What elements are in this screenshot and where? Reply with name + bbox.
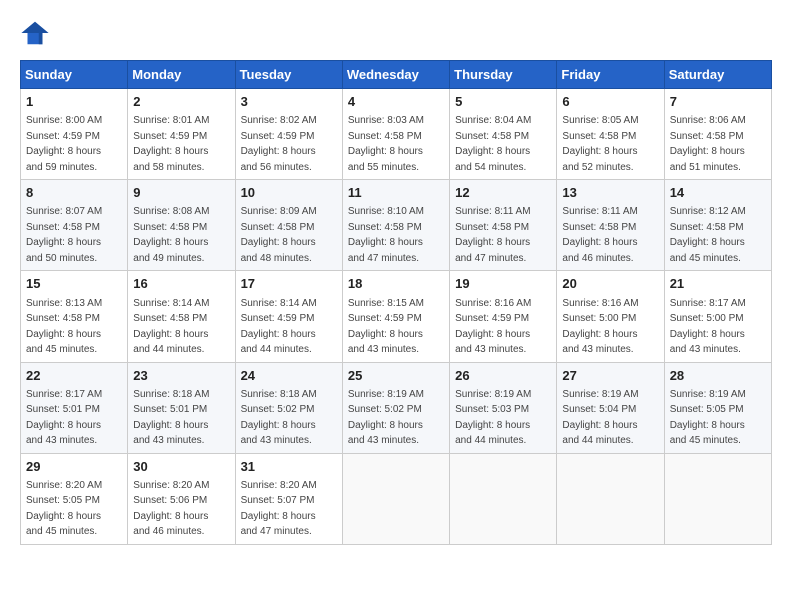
table-row: 24Sunrise: 8:18 AM Sunset: 5:02 PM Dayli…: [235, 362, 342, 453]
table-row: 2Sunrise: 8:01 AM Sunset: 4:59 PM Daylig…: [128, 89, 235, 180]
table-row: 14Sunrise: 8:12 AM Sunset: 4:58 PM Dayli…: [664, 180, 771, 271]
table-row: 31Sunrise: 8:20 AM Sunset: 5:07 PM Dayli…: [235, 453, 342, 544]
table-row: 5Sunrise: 8:04 AM Sunset: 4:58 PM Daylig…: [450, 89, 557, 180]
table-row: 29Sunrise: 8:20 AM Sunset: 5:05 PM Dayli…: [21, 453, 128, 544]
table-row: 25Sunrise: 8:19 AM Sunset: 5:02 PM Dayli…: [342, 362, 449, 453]
table-row: 18Sunrise: 8:15 AM Sunset: 4:59 PM Dayli…: [342, 271, 449, 362]
table-row: 13Sunrise: 8:11 AM Sunset: 4:58 PM Dayli…: [557, 180, 664, 271]
table-row: 10Sunrise: 8:09 AM Sunset: 4:58 PM Dayli…: [235, 180, 342, 271]
table-row: 22Sunrise: 8:17 AM Sunset: 5:01 PM Dayli…: [21, 362, 128, 453]
col-header-thursday: Thursday: [450, 61, 557, 89]
table-row: 30Sunrise: 8:20 AM Sunset: 5:06 PM Dayli…: [128, 453, 235, 544]
table-row: 8Sunrise: 8:07 AM Sunset: 4:58 PM Daylig…: [21, 180, 128, 271]
calendar-table: SundayMondayTuesdayWednesdayThursdayFrid…: [20, 60, 772, 545]
col-header-saturday: Saturday: [664, 61, 771, 89]
col-header-wednesday: Wednesday: [342, 61, 449, 89]
logo-icon: [20, 18, 50, 48]
table-row: 3Sunrise: 8:02 AM Sunset: 4:59 PM Daylig…: [235, 89, 342, 180]
table-row: [664, 453, 771, 544]
col-header-tuesday: Tuesday: [235, 61, 342, 89]
table-row: [342, 453, 449, 544]
header: [20, 18, 772, 48]
table-row: [557, 453, 664, 544]
table-row: 16Sunrise: 8:14 AM Sunset: 4:58 PM Dayli…: [128, 271, 235, 362]
table-row: 27Sunrise: 8:19 AM Sunset: 5:04 PM Dayli…: [557, 362, 664, 453]
table-row: 20Sunrise: 8:16 AM Sunset: 5:00 PM Dayli…: [557, 271, 664, 362]
table-row: 11Sunrise: 8:10 AM Sunset: 4:58 PM Dayli…: [342, 180, 449, 271]
table-row: 26Sunrise: 8:19 AM Sunset: 5:03 PM Dayli…: [450, 362, 557, 453]
col-header-monday: Monday: [128, 61, 235, 89]
table-row: 6Sunrise: 8:05 AM Sunset: 4:58 PM Daylig…: [557, 89, 664, 180]
col-header-friday: Friday: [557, 61, 664, 89]
table-row: 19Sunrise: 8:16 AM Sunset: 4:59 PM Dayli…: [450, 271, 557, 362]
table-row: 28Sunrise: 8:19 AM Sunset: 5:05 PM Dayli…: [664, 362, 771, 453]
col-header-sunday: Sunday: [21, 61, 128, 89]
page: SundayMondayTuesdayWednesdayThursdayFrid…: [0, 0, 792, 555]
table-row: 15Sunrise: 8:13 AM Sunset: 4:58 PM Dayli…: [21, 271, 128, 362]
table-row: 4Sunrise: 8:03 AM Sunset: 4:58 PM Daylig…: [342, 89, 449, 180]
table-row: 9Sunrise: 8:08 AM Sunset: 4:58 PM Daylig…: [128, 180, 235, 271]
table-row: 23Sunrise: 8:18 AM Sunset: 5:01 PM Dayli…: [128, 362, 235, 453]
table-row: 1Sunrise: 8:00 AM Sunset: 4:59 PM Daylig…: [21, 89, 128, 180]
table-row: 12Sunrise: 8:11 AM Sunset: 4:58 PM Dayli…: [450, 180, 557, 271]
table-row: 21Sunrise: 8:17 AM Sunset: 5:00 PM Dayli…: [664, 271, 771, 362]
logo: [20, 18, 54, 48]
table-row: [450, 453, 557, 544]
table-row: 7Sunrise: 8:06 AM Sunset: 4:58 PM Daylig…: [664, 89, 771, 180]
table-row: 17Sunrise: 8:14 AM Sunset: 4:59 PM Dayli…: [235, 271, 342, 362]
